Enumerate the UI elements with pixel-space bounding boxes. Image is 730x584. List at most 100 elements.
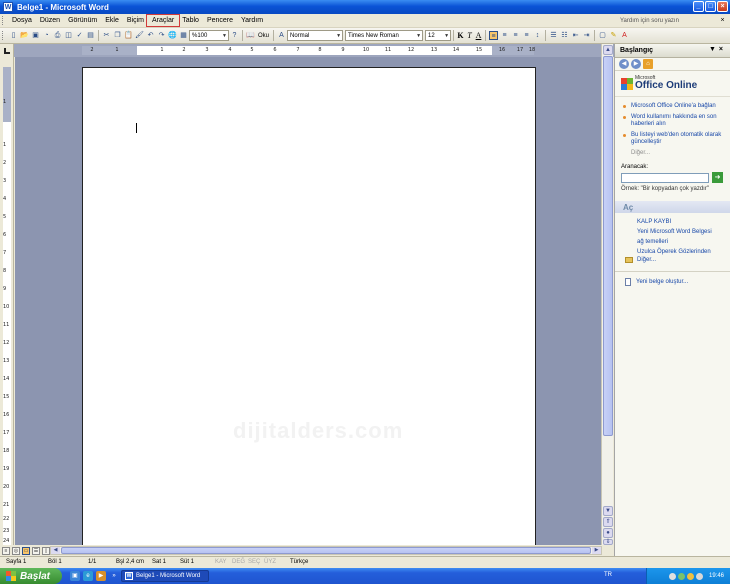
reading-view-icon[interactable]: ▯	[42, 546, 50, 555]
numbering-icon[interactable]: ☰	[549, 31, 558, 40]
copy-icon[interactable]: ❐	[113, 31, 122, 40]
research-icon[interactable]: ▤	[86, 31, 95, 40]
horizontal-ruler[interactable]: 2 1 1 2 3 4 5 6 7 8 9 10 11 12 13 14 15 …	[14, 44, 614, 57]
menu-grip[interactable]	[2, 16, 5, 25]
search-input[interactable]	[621, 172, 709, 183]
link-auto-update[interactable]: Bu listeyi web'den otomatik olarak günce…	[621, 132, 724, 146]
link-latest-news[interactable]: Word kullanımı hakkında en son haberleri…	[621, 114, 724, 128]
menu-araclar[interactable]: Araçlar	[146, 14, 181, 27]
scroll-up-icon[interactable]: ▲	[603, 45, 613, 55]
help-question-box[interactable]: Yardım için soru yazın	[620, 16, 712, 26]
bold-button[interactable]: K	[456, 31, 465, 40]
normal-view-icon[interactable]: ≡	[2, 546, 10, 555]
forward-icon[interactable]: ▶	[631, 59, 641, 69]
menu-bicim[interactable]: Biçim	[123, 16, 148, 25]
align-left-icon[interactable]: ≡	[489, 31, 499, 40]
open-more-link[interactable]: Diğer...	[637, 257, 656, 263]
help-icon[interactable]: ?	[230, 31, 239, 40]
tray-volume-icon[interactable]	[686, 572, 694, 580]
show-desktop-icon[interactable]: ▣	[70, 571, 80, 581]
spelling-icon[interactable]: ✓	[75, 31, 84, 40]
style-combo[interactable]: Normal ▼	[287, 30, 344, 41]
start-button[interactable]: Başlat	[0, 568, 62, 584]
font-color-icon[interactable]: A	[620, 31, 629, 40]
word-app-icon[interactable]: W	[3, 2, 13, 12]
menu-duzen[interactable]: Düzen	[36, 16, 64, 25]
line-spacing-icon[interactable]: ↕	[533, 31, 542, 40]
web-layout-icon[interactable]: ◎	[12, 546, 20, 555]
paste-icon[interactable]: 📋	[124, 31, 133, 40]
tray-network-icon[interactable]	[668, 572, 676, 580]
task-pane-close-icon[interactable]: ×	[719, 46, 726, 53]
document-page[interactable]: dijitalders.com	[82, 67, 536, 545]
borders-icon[interactable]: ▢	[598, 31, 607, 40]
taskbar-word-button[interactable]: W Belge1 - Microsoft Word	[121, 570, 209, 582]
scroll-right-icon[interactable]: ▶	[592, 547, 601, 554]
tray-clock[interactable]: 19:46	[709, 573, 724, 579]
toolbar-grip[interactable]	[2, 31, 5, 40]
recent-file[interactable]: KALP KAYBI	[637, 217, 724, 227]
new-document-icon[interactable]: ▯	[9, 31, 18, 40]
new-document-row[interactable]: Yeni belge oluştur...	[615, 278, 730, 286]
print-layout-icon[interactable]: ▭	[22, 546, 30, 555]
media-player-icon[interactable]: ▶	[96, 571, 106, 581]
menu-yardim[interactable]: Yardım	[237, 16, 267, 25]
tray-security-icon[interactable]	[677, 572, 685, 580]
cut-icon[interactable]: ✂	[102, 31, 111, 40]
outline-view-icon[interactable]: ☰	[32, 546, 40, 555]
horizontal-scroll-thumb[interactable]	[61, 547, 591, 554]
status-trk[interactable]: DEĞ	[232, 559, 245, 565]
task-pane-menu-icon[interactable]: ▼	[709, 46, 719, 53]
scroll-left-icon[interactable]: ◀	[51, 547, 60, 554]
print-icon[interactable]: ⎙	[53, 31, 62, 40]
print-preview-icon[interactable]: ◫	[64, 31, 73, 40]
document-close-icon[interactable]: ×	[718, 16, 727, 25]
quick-launch-more-icon[interactable]: »	[109, 571, 119, 581]
maximize-button[interactable]: □	[705, 1, 716, 12]
align-center-icon[interactable]: ≡	[500, 31, 509, 40]
font-size-combo[interactable]: 12 ▼	[425, 30, 452, 41]
highlight-icon[interactable]: ✎	[609, 31, 618, 40]
home-icon[interactable]: ⌂	[643, 59, 653, 69]
status-ext[interactable]: SEÇ	[248, 559, 260, 565]
menu-pencere[interactable]: Pencere	[203, 16, 237, 25]
browse-object-icon[interactable]: ●	[603, 528, 613, 538]
task-pane-title[interactable]: Başlangıç	[620, 47, 653, 54]
menu-dosya[interactable]: Dosya	[8, 16, 36, 25]
tab-selector[interactable]	[0, 44, 14, 57]
italic-button[interactable]: T	[465, 31, 474, 40]
scroll-down-icon[interactable]: ▼	[603, 506, 613, 516]
status-ovr[interactable]: ÜYZ	[264, 559, 276, 565]
link-connect-office-online[interactable]: Microsoft Office Online'a bağlan	[621, 103, 724, 110]
vertical-scroll-thumb[interactable]	[603, 56, 613, 436]
close-button[interactable]: ×	[717, 1, 728, 12]
search-go-icon[interactable]: ➜	[712, 172, 723, 183]
vertical-ruler[interactable]: 1 1 2 3 4 5 6 7 8 9 10 11 12 13 14 15 16…	[0, 57, 14, 545]
read-mode-button[interactable]: Oku	[258, 33, 269, 39]
recent-file[interactable]: Uzulca Öperek Gözlerinden	[637, 247, 724, 257]
font-combo[interactable]: Times New Roman ▼	[345, 30, 424, 41]
styles-pane-icon[interactable]: A	[277, 31, 286, 40]
open-folder-icon[interactable]: 📂	[20, 31, 29, 40]
status-rec[interactable]: KAY	[215, 559, 227, 565]
redo-icon[interactable]: ↷	[157, 31, 166, 40]
back-icon[interactable]: ◀	[619, 59, 629, 69]
increase-indent-icon[interactable]: ⇥	[582, 31, 591, 40]
save-icon[interactable]: ▣	[31, 31, 40, 40]
permission-icon[interactable]: ◔	[42, 31, 51, 40]
hyperlink-icon[interactable]: 🌐	[168, 31, 177, 40]
recent-file[interactable]: Yeni Microsoft Word Belgesi	[637, 227, 724, 237]
input-language-indicator[interactable]: TR	[604, 572, 612, 578]
vertical-scrollbar[interactable]: ▲ ▼ ⇑ ● ⇓	[601, 44, 613, 545]
undo-icon[interactable]: ↶	[146, 31, 155, 40]
previous-page-icon[interactable]: ⇑	[603, 517, 613, 527]
bullets-icon[interactable]: ☷	[560, 31, 569, 40]
open-more-row[interactable]: Diğer...	[615, 257, 730, 263]
horizontal-scrollbar[interactable]: ◀ ▶	[50, 546, 602, 555]
menu-ekle[interactable]: Ekle	[101, 16, 123, 25]
recent-file[interactable]: ağ temelleri	[637, 237, 724, 247]
underline-button[interactable]: A	[474, 31, 483, 40]
align-right-icon[interactable]: ≡	[511, 31, 520, 40]
internet-explorer-icon[interactable]: e	[83, 571, 93, 581]
decrease-indent-icon[interactable]: ⇤	[571, 31, 580, 40]
